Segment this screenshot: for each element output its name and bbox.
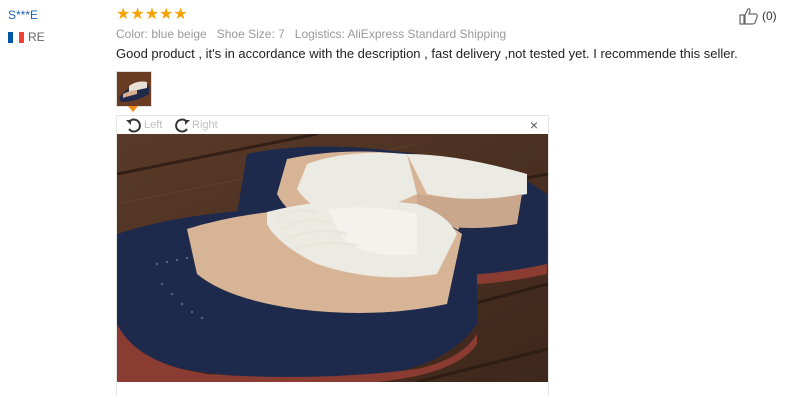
reviewer: S***E bbox=[8, 8, 38, 22]
star-icon: ★ bbox=[116, 6, 131, 23]
rotate-left-button[interactable]: Left bbox=[125, 117, 162, 133]
rotate-right-label: Right bbox=[192, 119, 218, 131]
thumbnail-shoe-image bbox=[117, 72, 151, 106]
review-image-thumbnail[interactable] bbox=[116, 71, 152, 107]
helpful-count: (0) bbox=[762, 9, 777, 23]
rotate-right-icon bbox=[175, 118, 190, 133]
close-viewer-button[interactable]: × bbox=[530, 116, 538, 134]
rotate-left-icon bbox=[126, 118, 141, 133]
brogue-shoes-photo bbox=[117, 134, 548, 382]
star-icon: ★ bbox=[144, 6, 160, 23]
thumbs-up-icon bbox=[739, 8, 758, 25]
meta-logistics: Logistics: AliExpress Standard Shipping bbox=[294, 27, 507, 41]
country-code: RE bbox=[28, 30, 45, 44]
reviewer-country: RE bbox=[8, 30, 45, 44]
star-rating: ★ ★ ★ ★ ★ bbox=[116, 7, 188, 23]
thumbnail-selected-indicator bbox=[128, 106, 138, 112]
review-text: Good product , it's in accordance with t… bbox=[116, 46, 738, 61]
france-flag-icon bbox=[8, 31, 24, 43]
rotate-left-label: Left bbox=[144, 119, 163, 131]
review-photo bbox=[117, 134, 548, 382]
viewer-toolbar: Left Right × bbox=[117, 116, 548, 134]
helpful-button[interactable]: (0) bbox=[739, 7, 777, 25]
reviewer-name[interactable]: S***E bbox=[8, 8, 38, 22]
star-icon: ★ bbox=[130, 6, 145, 23]
star-icon: ★ bbox=[159, 6, 174, 23]
meta-size: Shoe Size: 7 bbox=[216, 27, 285, 41]
rotate-right-button[interactable]: Right bbox=[173, 117, 218, 133]
order-meta: Color: blue beige Shoe Size: 7 Logistics… bbox=[116, 27, 516, 41]
meta-color: Color: blue beige bbox=[116, 27, 207, 41]
star-icon: ★ bbox=[173, 6, 188, 23]
image-viewer: Left Right × bbox=[116, 115, 549, 396]
